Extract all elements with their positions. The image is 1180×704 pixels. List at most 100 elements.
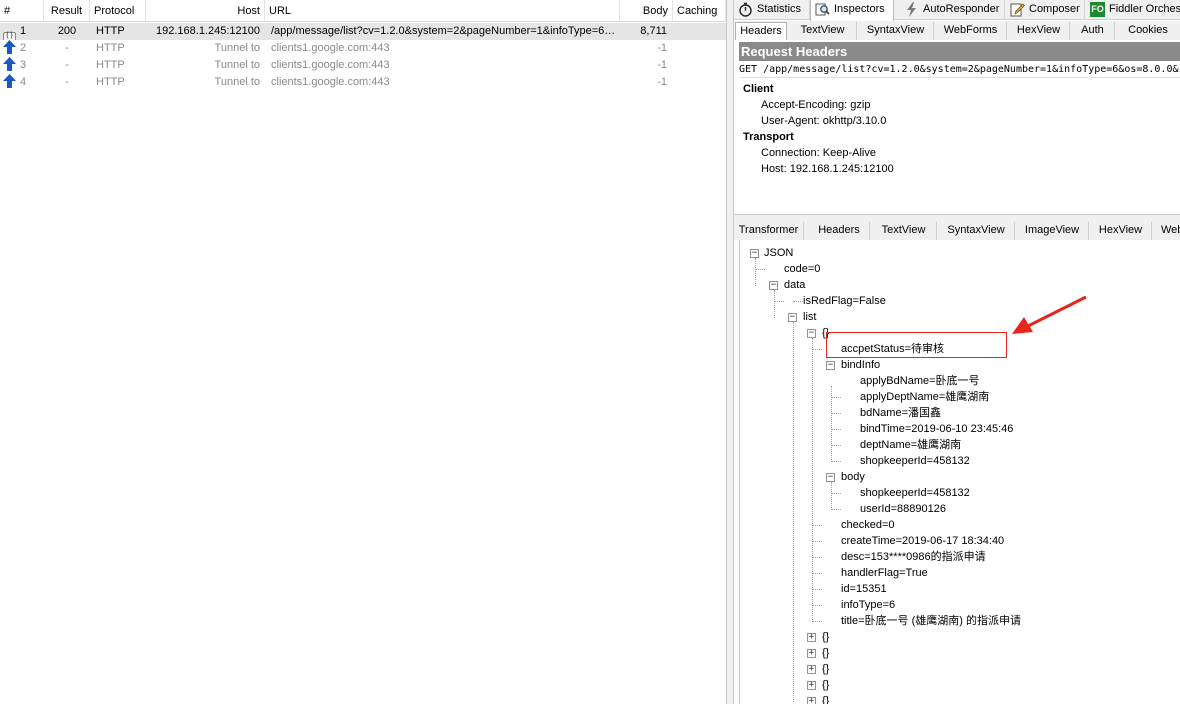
tree-node[interactable]: userId=88890126	[860, 501, 946, 517]
tree-node[interactable]: checked=0	[841, 517, 895, 533]
tab-statistics[interactable]: Statistics	[734, 0, 810, 20]
pane-splitter[interactable]	[726, 0, 734, 704]
tree-node-collapsed[interactable]: {}	[822, 677, 829, 693]
session-caching	[679, 40, 725, 57]
header-group-client[interactable]: Client	[743, 81, 774, 97]
resp-tab-headers[interactable]: Headers	[809, 222, 870, 240]
magnifier-icon	[815, 3, 830, 16]
session-body-size: -1	[657, 59, 667, 71]
tab-fiddler-orchestra[interactable]: FO Fiddler Orchestra	[1086, 0, 1180, 20]
tree-node[interactable]: body	[841, 469, 865, 485]
expand-toggle-icon[interactable]: +	[807, 681, 816, 690]
col-url[interactable]: URL	[265, 0, 620, 22]
tree-node[interactable]: infoType=6	[841, 597, 895, 613]
col-protocol[interactable]: Protocol	[90, 0, 146, 22]
resp-tab-textview[interactable]: TextView	[871, 222, 937, 240]
tree-node[interactable]: handlerFlag=True	[841, 565, 928, 581]
tree-node[interactable]: bindTime=2019-06-10 23:45:46	[860, 421, 1013, 437]
tree-guide	[755, 269, 765, 270]
expand-toggle-icon[interactable]: +	[807, 633, 816, 642]
tree-node[interactable]: data	[784, 277, 805, 293]
json-tree[interactable]: − JSON code=0 − data isRedFlag=False − l…	[739, 240, 1180, 704]
session-url: /app/message/list?cv=1.2.0&system=2&page…	[271, 25, 616, 37]
header-group-transport[interactable]: Transport	[743, 129, 794, 145]
tree-node[interactable]: applyDeptName=雄鹰湖南	[860, 389, 989, 405]
session-num-cell: 3	[3, 57, 43, 74]
request-response-splitter[interactable]	[734, 214, 1180, 221]
req-tab-syntaxview[interactable]: SyntaxView	[858, 22, 934, 40]
session-num-cell: 2	[3, 40, 43, 57]
tree-node[interactable]: isRedFlag=False	[803, 293, 886, 309]
header-item[interactable]: Host: 192.168.1.245:12100	[761, 161, 894, 177]
header-item[interactable]: User-Agent: okhttp/3.10.0	[761, 113, 886, 129]
req-tab-headers[interactable]: Headers	[735, 22, 787, 40]
collapse-toggle-icon[interactable]: −	[807, 329, 816, 338]
tunnel-up-arrow-icon	[3, 40, 16, 54]
tree-node[interactable]: deptName=雄鹰湖南	[860, 437, 961, 453]
session-row-4[interactable]: 4 - HTTP Tunnel to clients1.google.com:4…	[0, 74, 726, 91]
expand-toggle-icon[interactable]: +	[807, 697, 816, 704]
session-result: -	[65, 59, 69, 71]
tree-node-collapsed[interactable]: {}	[822, 645, 829, 661]
session-body-size: -1	[657, 76, 667, 88]
expand-toggle-icon[interactable]: +	[807, 665, 816, 674]
header-item[interactable]: Connection: Keep-Alive	[761, 145, 876, 161]
tree-node[interactable]: bindInfo	[841, 357, 880, 373]
collapse-toggle-icon[interactable]: −	[826, 361, 835, 370]
tree-node[interactable]: code=0	[784, 261, 820, 277]
session-result: -	[65, 42, 69, 54]
resp-tab-hexview[interactable]: HexView	[1090, 222, 1152, 240]
tree-node[interactable]: applyBdName=卧底一号	[860, 373, 980, 389]
tree-node[interactable]: shopkeeperId=458132	[860, 485, 970, 501]
tab-composer[interactable]: Composer	[1006, 0, 1085, 20]
tree-node-collapsed[interactable]: {}	[822, 661, 829, 677]
tree-node[interactable]: list	[803, 309, 816, 325]
session-row-3[interactable]: 3 - HTTP Tunnel to clients1.google.com:4…	[0, 57, 726, 74]
col-result[interactable]: Result	[44, 0, 90, 22]
session-protocol: HTTP	[96, 25, 125, 37]
tree-node-collapsed[interactable]: {}	[822, 629, 829, 645]
req-tab-hexview[interactable]: HexView	[1008, 22, 1070, 40]
req-tab-auth[interactable]: Auth	[1071, 22, 1115, 40]
tree-node[interactable]: createTime=2019-06-17 18:34:40	[841, 533, 1004, 549]
session-row-2[interactable]: 2 - HTTP Tunnel to clients1.google.com:4…	[0, 40, 726, 57]
col-host[interactable]: Host	[146, 0, 265, 22]
session-num: 1	[20, 25, 27, 37]
resp-tab-imageview[interactable]: ImageView	[1016, 222, 1089, 240]
tab-autoresponder[interactable]: AutoResponder	[900, 0, 1005, 20]
request-line[interactable]: GET /app/message/list?cv=1.2.0&system=2&…	[739, 61, 1180, 78]
col-body[interactable]: Body	[620, 0, 673, 22]
expand-toggle-icon[interactable]: +	[807, 649, 816, 658]
collapse-toggle-icon[interactable]: −	[788, 313, 797, 322]
tree-node-root[interactable]: JSON	[764, 245, 793, 261]
tree-node-collapsed[interactable]: {}	[822, 693, 829, 704]
tree-guide	[774, 301, 784, 302]
session-host: 192.168.1.245:12100	[156, 25, 260, 37]
collapse-toggle-icon[interactable]: −	[826, 473, 835, 482]
session-url: clients1.google.com:443	[271, 76, 390, 88]
tree-node[interactable]: desc=153****0986的指派申请	[841, 549, 986, 565]
tab-inspectors[interactable]: Inspectors	[810, 0, 894, 21]
tree-node[interactable]: bdName=潘国鑫	[860, 405, 941, 421]
tab-composer-label: Composer	[1029, 3, 1080, 15]
collapse-toggle-icon[interactable]: −	[750, 249, 759, 258]
tree-node[interactable]: id=15351	[841, 581, 887, 597]
req-tab-cookies[interactable]: Cookies	[1116, 22, 1180, 40]
req-tab-webforms[interactable]: WebForms	[935, 22, 1007, 40]
lightning-icon	[907, 2, 916, 17]
sessions-list[interactable]: # Result Protocol Host URL Body Caching …	[0, 0, 726, 704]
tree-guide	[812, 338, 813, 622]
tree-guide	[812, 573, 822, 574]
tree-node[interactable]: title=卧底一号 (雄鹰湖南) 的指派申请	[841, 613, 1021, 629]
collapse-toggle-icon[interactable]: −	[769, 281, 778, 290]
header-item[interactable]: Accept-Encoding: gzip	[761, 97, 870, 113]
resp-tab-syntaxview[interactable]: SyntaxView	[938, 222, 1015, 240]
col-caching[interactable]: Caching	[673, 0, 726, 22]
tree-node[interactable]: shopkeeperId=458132	[860, 453, 970, 469]
req-tab-textview[interactable]: TextView	[789, 22, 857, 40]
session-caching	[679, 23, 725, 40]
resp-tab-webview[interactable]: WebView	[1153, 222, 1180, 240]
col-number[interactable]: #	[0, 0, 44, 22]
session-row-1[interactable]: { } 1 200 HTTP 192.168.1.245:12100 /app/m…	[0, 23, 726, 40]
resp-tab-transformer[interactable]: Transformer	[734, 222, 804, 240]
